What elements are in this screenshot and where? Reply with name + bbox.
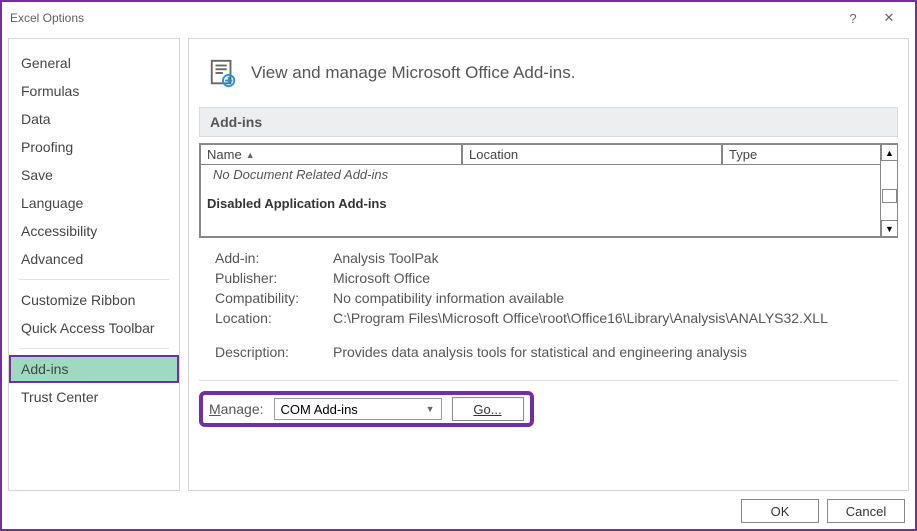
sidebar-item-general[interactable]: General: [9, 49, 179, 77]
manage-label: Manage:: [209, 401, 264, 417]
detail-description-label: Description:: [215, 344, 333, 360]
addins-section-title: Add-ins: [199, 107, 898, 137]
addin-details: Add-in:Analysis ToolPak Publisher:Micros…: [199, 238, 898, 372]
column-location[interactable]: Location: [462, 144, 722, 165]
detail-description-value: Provides data analysis tools for statist…: [333, 344, 747, 360]
addins-icon: [207, 57, 239, 89]
content-divider: [199, 380, 898, 381]
addins-panel: View and manage Microsoft Office Add-ins…: [188, 38, 909, 491]
detail-addin-label: Add-in:: [215, 250, 333, 266]
column-type[interactable]: Type: [722, 144, 897, 165]
sidebar-item-customize-ribbon[interactable]: Customize Ribbon: [9, 286, 179, 314]
sidebar-item-formulas[interactable]: Formulas: [9, 77, 179, 105]
go-button[interactable]: Go...: [452, 397, 524, 421]
sidebar-separator: [19, 348, 169, 349]
help-icon[interactable]: ?: [835, 4, 871, 32]
manage-row: Manage: COM Add-ins ▼ Go...: [199, 391, 534, 427]
sidebar-item-proofing[interactable]: Proofing: [9, 133, 179, 161]
detail-addin-value: Analysis ToolPak: [333, 250, 439, 266]
detail-location-label: Location:: [215, 310, 333, 326]
sidebar-item-accessibility[interactable]: Accessibility: [9, 217, 179, 245]
group-disabled-addins: Disabled Application Add-ins: [207, 194, 890, 213]
detail-publisher-value: Microsoft Office: [333, 270, 430, 286]
scroll-down-icon[interactable]: ▼: [881, 220, 898, 237]
addins-table: Name▲ Location Type Document Related Add…: [199, 143, 898, 238]
ok-button[interactable]: OK: [741, 499, 819, 523]
sidebar-item-save[interactable]: Save: [9, 161, 179, 189]
sidebar-item-addins[interactable]: Add-ins: [9, 355, 179, 383]
title-bar: Excel Options ? ✕: [2, 2, 915, 34]
close-icon[interactable]: ✕: [871, 4, 907, 32]
manage-selected-value: COM Add-ins: [281, 402, 358, 417]
sidebar-item-quick-access[interactable]: Quick Access Toolbar: [9, 314, 179, 342]
detail-location-value: C:\Program Files\Microsoft Office\root\O…: [333, 310, 828, 326]
sort-asc-icon: ▲: [246, 150, 255, 160]
window-title: Excel Options: [10, 11, 835, 25]
sidebar-item-data[interactable]: Data: [9, 105, 179, 133]
chevron-down-icon: ▼: [426, 404, 435, 414]
sidebar-separator: [19, 279, 169, 280]
options-sidebar: General Formulas Data Proofing Save Lang…: [8, 38, 180, 491]
scroll-track[interactable]: [881, 161, 897, 220]
detail-publisher-label: Publisher:: [215, 270, 333, 286]
sidebar-item-advanced[interactable]: Advanced: [9, 245, 179, 273]
column-name[interactable]: Name▲: [200, 144, 462, 165]
sidebar-item-trust-center[interactable]: Trust Center: [9, 383, 179, 411]
table-scrollbar[interactable]: ▲ ▼: [880, 144, 897, 237]
panel-heading: View and manage Microsoft Office Add-ins…: [251, 63, 575, 83]
scroll-up-icon[interactable]: ▲: [881, 144, 898, 161]
detail-compat-label: Compatibility:: [215, 290, 333, 306]
dialog-footer: OK Cancel: [741, 499, 905, 523]
manage-combobox[interactable]: COM Add-ins ▼: [274, 398, 442, 420]
sidebar-item-language[interactable]: Language: [9, 189, 179, 217]
cancel-button[interactable]: Cancel: [827, 499, 905, 523]
no-document-addins-msg: No Document Related Add-ins: [207, 165, 890, 184]
detail-compat-value: No compatibility information available: [333, 290, 564, 306]
scroll-thumb[interactable]: [882, 189, 897, 203]
